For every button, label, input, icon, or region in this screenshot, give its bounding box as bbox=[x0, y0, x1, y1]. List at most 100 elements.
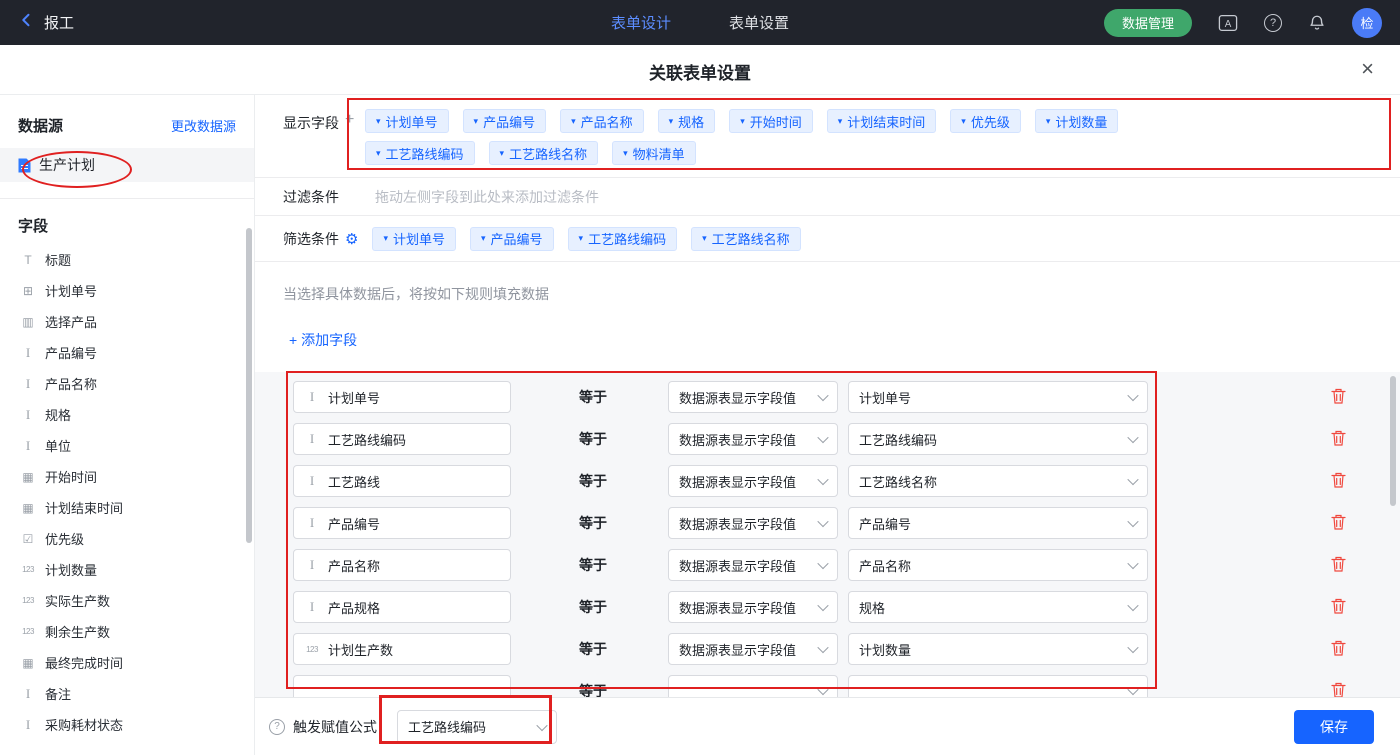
add-field-link[interactable]: + 添加字段 bbox=[289, 330, 357, 350]
change-datasource-link[interactable]: 更改数据源 bbox=[171, 116, 236, 135]
source-type-select[interactable]: 数据源表显示字段值 bbox=[668, 549, 838, 581]
display-field-tag[interactable]: ▾开始时间 bbox=[729, 109, 813, 133]
source-type-select[interactable]: 数据源表显示字段值 bbox=[668, 465, 838, 497]
tab-form-design[interactable]: 表单设计 bbox=[611, 12, 671, 33]
source-type-select[interactable]: 数据源表显示字段值 bbox=[668, 507, 838, 539]
source-field-select[interactable]: 规格 bbox=[848, 591, 1148, 623]
translate-icon[interactable]: A bbox=[1218, 14, 1238, 32]
bell-icon[interactable] bbox=[1308, 14, 1326, 32]
sidebar-field-item[interactable]: ▦计划结束时间 bbox=[0, 492, 254, 523]
delete-rule-button[interactable] bbox=[1331, 388, 1346, 407]
rules-scrollbar[interactable] bbox=[1390, 376, 1396, 506]
sidebar-field-item[interactable]: I产品名称 bbox=[0, 368, 254, 399]
sidebar-field-item[interactable]: ▦最终完成时间 bbox=[0, 647, 254, 678]
filter-drop-zone[interactable]: 拖动左侧字段到此处来添加过滤条件 bbox=[375, 187, 1400, 207]
source-field-select[interactable]: 计划单号 bbox=[848, 381, 1148, 413]
sidebar-field-item[interactable]: I产品编号 bbox=[0, 337, 254, 368]
fill-rule-row: I产品名称 等于 数据源表显示字段值产品名称 bbox=[255, 544, 1400, 586]
caret-down-icon: ▾ bbox=[376, 149, 381, 158]
avatar[interactable]: 检 bbox=[1352, 8, 1382, 38]
rule-operator: 等于 bbox=[579, 555, 635, 575]
rule-operator: 等于 bbox=[579, 387, 635, 407]
sidebar-field-item[interactable]: ▦开始时间 bbox=[0, 461, 254, 492]
help-icon[interactable]: ? bbox=[269, 719, 285, 735]
filter-condition-row: 过滤条件 拖动左侧字段到此处来添加过滤条件 bbox=[255, 178, 1400, 216]
display-field-tag[interactable]: ▾物料清单 bbox=[612, 141, 696, 165]
sidebar-field-item[interactable]: 123计划数量 bbox=[0, 554, 254, 585]
help-icon[interactable]: ? bbox=[1264, 14, 1282, 32]
display-field-tag[interactable]: ▾工艺路线名称 bbox=[489, 141, 599, 165]
delete-rule-button[interactable] bbox=[1331, 472, 1346, 491]
display-field-tag[interactable]: ▾工艺路线编码 bbox=[365, 141, 475, 165]
tab-form-settings[interactable]: 表单设置 bbox=[729, 12, 789, 33]
source-type-select[interactable]: 数据源表显示字段值 bbox=[668, 591, 838, 623]
rule-field-input[interactable]: I产品名称 bbox=[293, 549, 511, 581]
sidebar-field-item[interactable]: 123剩余生产数 bbox=[0, 616, 254, 647]
datasource-item[interactable]: 生产计划 bbox=[0, 148, 254, 182]
source-type-select[interactable]: 数据源表显示字段值 bbox=[668, 423, 838, 455]
rule-field-input[interactable]: I产品编号 bbox=[293, 507, 511, 539]
caret-down-icon: ▾ bbox=[474, 117, 479, 126]
back-button[interactable] bbox=[18, 11, 36, 34]
rule-field-input[interactable]: I工艺路线 bbox=[293, 465, 511, 497]
rule-field-input[interactable]: I计划单号 bbox=[293, 381, 511, 413]
display-field-tag[interactable]: ▾产品名称 bbox=[560, 109, 644, 133]
display-field-tag[interactable]: ▾计划单号 bbox=[365, 109, 449, 133]
rule-field-input[interactable]: I产品规格 bbox=[293, 591, 511, 623]
sidebar-field-item[interactable]: I单位 bbox=[0, 430, 254, 461]
delete-rule-button[interactable] bbox=[1331, 430, 1346, 449]
source-type-select[interactable] bbox=[668, 675, 838, 697]
delete-rule-button[interactable] bbox=[1331, 598, 1346, 617]
display-field-tag[interactable]: ▾计划单号 bbox=[372, 227, 456, 251]
rule-operator: 等于 bbox=[579, 471, 635, 491]
data-manage-button[interactable]: 数据管理 bbox=[1104, 9, 1192, 37]
sidebar-field-item[interactable]: I规格 bbox=[0, 399, 254, 430]
sidebar-field-item[interactable]: I备注 bbox=[0, 678, 254, 709]
display-field-tag[interactable]: ▾产品编号 bbox=[470, 227, 554, 251]
document-icon bbox=[18, 158, 31, 173]
source-type-select[interactable]: 数据源表显示字段值 bbox=[668, 381, 838, 413]
filter-condition-label: 过滤条件 bbox=[283, 187, 339, 207]
number-icon: 123 bbox=[304, 645, 320, 654]
source-type-value: 数据源表显示字段值 bbox=[679, 472, 813, 491]
rule-field-name: 产品编号 bbox=[328, 514, 380, 533]
display-field-tag[interactable]: ▾计划结束时间 bbox=[827, 109, 937, 133]
source-field-select[interactable]: 工艺路线名称 bbox=[848, 465, 1148, 497]
display-field-tag[interactable]: ▾工艺路线名称 bbox=[691, 227, 801, 251]
display-field-tag[interactable]: ▾计划数量 bbox=[1035, 109, 1119, 133]
trash-icon bbox=[1331, 598, 1346, 617]
add-display-field-button[interactable]: + bbox=[345, 109, 365, 165]
rule-field-name: 工艺路线编码 bbox=[328, 430, 406, 449]
trigger-field-select[interactable]: 工艺路线编码 bbox=[397, 710, 557, 744]
source-field-select[interactable]: 产品编号 bbox=[848, 507, 1148, 539]
sidebar-field-item[interactable]: ☑优先级 bbox=[0, 523, 254, 554]
source-field-select[interactable]: 工艺路线编码 bbox=[848, 423, 1148, 455]
gear-icon[interactable]: ⚙ bbox=[345, 230, 358, 248]
source-field-select[interactable]: 产品名称 bbox=[848, 549, 1148, 581]
source-field-select[interactable] bbox=[848, 675, 1148, 697]
text-icon: I bbox=[20, 345, 36, 361]
delete-rule-button[interactable] bbox=[1331, 640, 1346, 659]
delete-rule-button[interactable] bbox=[1331, 514, 1346, 533]
display-field-tag[interactable]: ▾优先级 bbox=[950, 109, 1021, 133]
source-field-select[interactable]: 计划数量 bbox=[848, 633, 1148, 665]
delete-rule-button[interactable] bbox=[1331, 556, 1346, 575]
sidebar-field-item[interactable]: ⊞计划单号 bbox=[0, 275, 254, 306]
sidebar-field-item[interactable]: I采购耗材状态 bbox=[0, 709, 254, 740]
rule-field-input[interactable]: I工艺路线编码 bbox=[293, 423, 511, 455]
display-field-tag[interactable]: ▾工艺路线编码 bbox=[568, 227, 678, 251]
close-icon[interactable]: × bbox=[1361, 55, 1374, 83]
sidebar-field-item[interactable]: T标题 bbox=[0, 244, 254, 275]
display-field-tag[interactable]: ▾规格 bbox=[658, 109, 716, 133]
sidebar-field-item[interactable]: 123实际生产数 bbox=[0, 585, 254, 616]
rule-field-input[interactable]: 123计划生产数 bbox=[293, 633, 511, 665]
sidebar-scrollbar[interactable] bbox=[246, 228, 252, 543]
delete-rule-button[interactable] bbox=[1331, 682, 1346, 698]
display-field-tag[interactable]: ▾产品编号 bbox=[463, 109, 547, 133]
save-button[interactable]: 保存 bbox=[1294, 710, 1374, 744]
rule-field-input[interactable] bbox=[293, 675, 511, 697]
sidebar-field-item[interactable]: ▥选择产品 bbox=[0, 306, 254, 337]
source-type-select[interactable]: 数据源表显示字段值 bbox=[668, 633, 838, 665]
fill-rule-row: I产品规格等于数据源表显示字段值规格 bbox=[255, 586, 1400, 628]
display-fields-row: 显示字段 + ▾计划单号▾产品编号▾产品名称▾规格▾开始时间▾计划结束时间▾优先… bbox=[255, 95, 1400, 178]
